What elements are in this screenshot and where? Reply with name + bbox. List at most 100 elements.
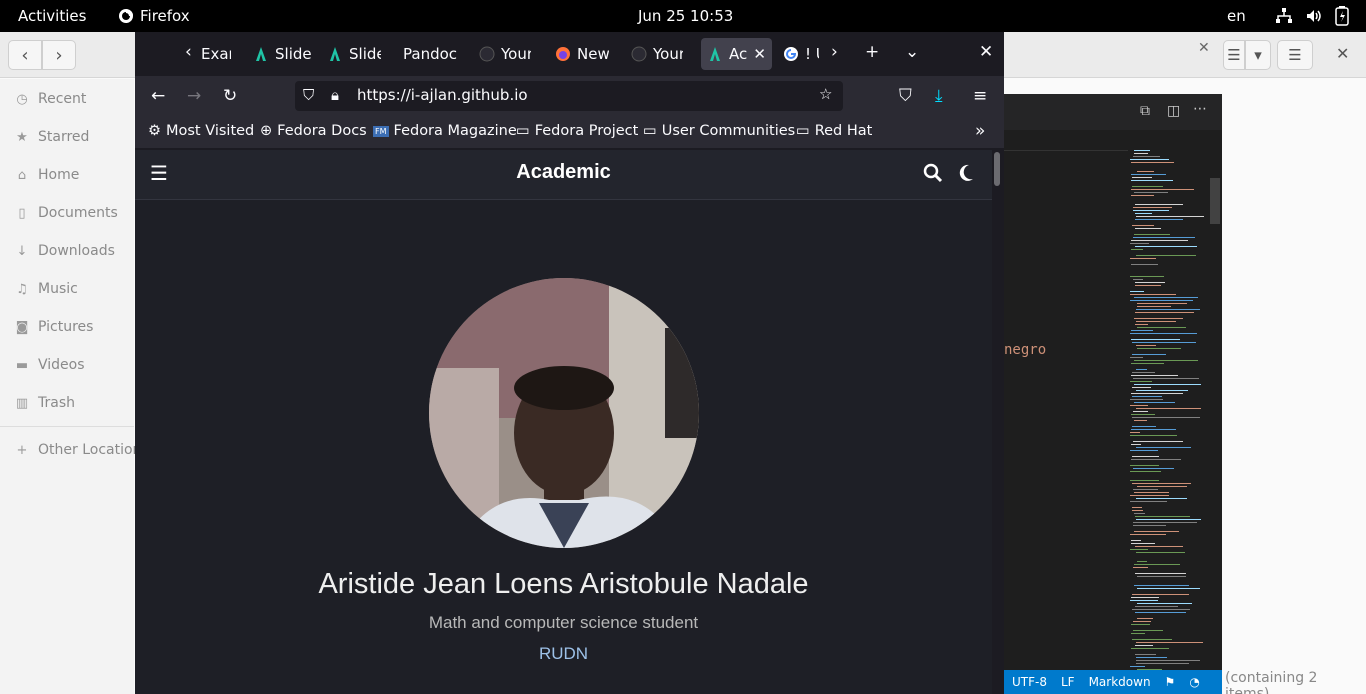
sidebar-item-downloads[interactable]: ↓ Downloads [14, 243, 115, 259]
minimap-line [1136, 552, 1185, 553]
window-close-button[interactable]: ✕ [979, 42, 993, 62]
page-scrollbar[interactable] [994, 152, 1000, 186]
minimap-line [1134, 297, 1198, 298]
new-tab-button[interactable]: + [865, 42, 879, 62]
lock-icon[interactable]: 🔒︎ [331, 86, 339, 104]
bookmark-user-communities[interactable]: ▭ User Communities [643, 123, 795, 139]
language-indicator[interactable]: en [1227, 7, 1246, 25]
browser-tab[interactable]: New [555, 38, 609, 70]
tab-label: New [577, 45, 609, 63]
minimap-line [1130, 159, 1169, 160]
profile-photo [429, 278, 699, 548]
minimap-line [1136, 408, 1201, 409]
files-status-text: (containing 2 items) [1225, 670, 1318, 694]
minimap-line [1132, 342, 1196, 343]
browser-tab[interactable]: Slide [253, 38, 315, 70]
minimap-line [1131, 597, 1159, 598]
browser-tab[interactable]: Pandoc [403, 38, 463, 70]
site-brand[interactable]: Academic [135, 161, 992, 184]
sidebar-item-other-locations[interactable]: + Other Locations [14, 442, 149, 458]
minimap-line [1132, 510, 1143, 511]
tab-label: Pandoc [403, 45, 458, 63]
reload-button[interactable]: ↻ [223, 86, 237, 106]
bookmarks-overflow-button[interactable]: » [975, 121, 985, 141]
pocket-icon[interactable]: ⛉ [899, 86, 912, 106]
split-editor-icon[interactable]: ◫ [1167, 103, 1180, 119]
github-favicon-icon [479, 46, 495, 62]
notifications-icon[interactable]: ◔ [1189, 675, 1199, 689]
minimap-line [1130, 300, 1193, 301]
minimap-line [1131, 174, 1166, 175]
sidebar-item-pictures[interactable]: ◙ Pictures [14, 319, 94, 335]
minimap-line [1130, 243, 1149, 244]
search-icon[interactable] [923, 163, 943, 183]
downloads-icon[interactable]: ⤓ [935, 86, 943, 106]
sidebar-item-home[interactable]: ⌂ Home [14, 167, 79, 183]
sidebar-item-videos[interactable]: ▬ Videos [14, 357, 85, 373]
sidebar-item-recent[interactable]: ◷ Recent [14, 91, 86, 107]
minimap-line [1130, 399, 1163, 400]
open-preview-icon[interactable]: ⧉ [1140, 103, 1150, 119]
app-menu-button[interactable]: ≡ [973, 86, 987, 106]
activities-button[interactable]: Activities [18, 7, 86, 25]
eol-status[interactable]: LF [1061, 675, 1075, 689]
browser-tab[interactable]: Exam [201, 38, 231, 70]
moon-icon[interactable] [957, 163, 975, 183]
folder-icon: ▭ [516, 123, 530, 139]
browser-tab[interactable]: Slide [327, 38, 381, 70]
feedback-icon[interactable]: ⚑ [1165, 675, 1176, 689]
sidebar-item-music[interactable]: ♫ Music [14, 281, 78, 297]
bookmark-fedora-project[interactable]: ▭ Fedora Project [516, 123, 638, 139]
tab-close-button[interactable]: ✕ [753, 45, 766, 63]
bookmark-star-icon[interactable]: ☆ [819, 85, 832, 103]
profile-organization-link[interactable]: RUDN [135, 644, 992, 664]
url-text[interactable]: https://i-ajlan.github.io [357, 86, 528, 104]
files-view-options-button[interactable]: ▾ [1245, 40, 1271, 70]
browser-tab-active[interactable]: Academic ✕ [701, 38, 772, 70]
github-favicon-icon [631, 46, 647, 62]
minimap-line [1137, 486, 1187, 487]
bookmark-red-hat[interactable]: ▭ Red Hat [796, 123, 872, 139]
editor-text-fragment[interactable]: negro [1004, 342, 1046, 358]
bookmark-fedora-docs[interactable]: ⊕ Fedora Docs [260, 123, 367, 139]
forward-button[interactable]: → [187, 86, 201, 106]
gear-icon: ⚙ [148, 123, 161, 139]
bookmark-most-visited[interactable]: ⚙ Most Visited [148, 123, 254, 139]
app-menu[interactable]: Firefox [118, 7, 190, 25]
vscode-scrollbar[interactable] [1210, 178, 1220, 224]
sidebar-item-label: Recent [38, 91, 87, 107]
sidebar-item-trash[interactable]: ▥ Trash [14, 395, 75, 411]
files-close-button[interactable]: ✕ [1336, 44, 1349, 63]
minimap-line [1130, 480, 1159, 481]
firefox-icon [119, 9, 133, 23]
sidebar-item-starred[interactable]: ★ Starred [14, 129, 89, 145]
list-all-tabs-button[interactable]: ⌄ [905, 42, 919, 62]
encoding-status[interactable]: UTF-8 [1012, 675, 1047, 689]
shield-icon[interactable]: ⛉ [303, 86, 314, 104]
browser-tab[interactable]: ! U [783, 38, 819, 70]
fm-icon: FM [373, 125, 389, 137]
sidebar-item-documents[interactable]: ▯ Documents [14, 205, 117, 221]
files-menu-button[interactable]: ☰ [1277, 40, 1313, 70]
browser-tab[interactable]: Your [479, 38, 531, 70]
files-view-list-button[interactable]: ☰ [1223, 40, 1245, 70]
minimap-line [1131, 189, 1194, 190]
files-back-button[interactable]: ‹ [8, 40, 42, 70]
clock[interactable]: Jun 25 10:53 [638, 7, 733, 25]
system-tray[interactable] [1275, 6, 1349, 26]
vscode-minimap[interactable] [1130, 150, 1212, 670]
language-status[interactable]: Markdown [1089, 675, 1151, 689]
tabs-scroll-left-button[interactable]: ‹ [185, 42, 192, 62]
files-tab-close-button[interactable]: ✕ [1198, 40, 1210, 56]
back-button[interactable]: ← [151, 86, 165, 106]
more-actions-icon[interactable]: ⋯ [1193, 101, 1207, 117]
minimap-line [1130, 495, 1169, 496]
files-forward-button[interactable]: › [42, 40, 76, 70]
profile-role: Math and computer science student [428, 613, 699, 632]
minimap-line [1134, 192, 1168, 193]
tabs-scroll-right-button[interactable]: › [831, 42, 838, 62]
browser-tab[interactable]: Your [631, 38, 683, 70]
minimap-line [1136, 642, 1203, 643]
bookmark-fedora-magazine[interactable]: FM Fedora Magazine [373, 123, 517, 139]
url-bar[interactable]: ⛉ 🔒︎ https://i-ajlan.github.io ☆ [295, 81, 843, 111]
